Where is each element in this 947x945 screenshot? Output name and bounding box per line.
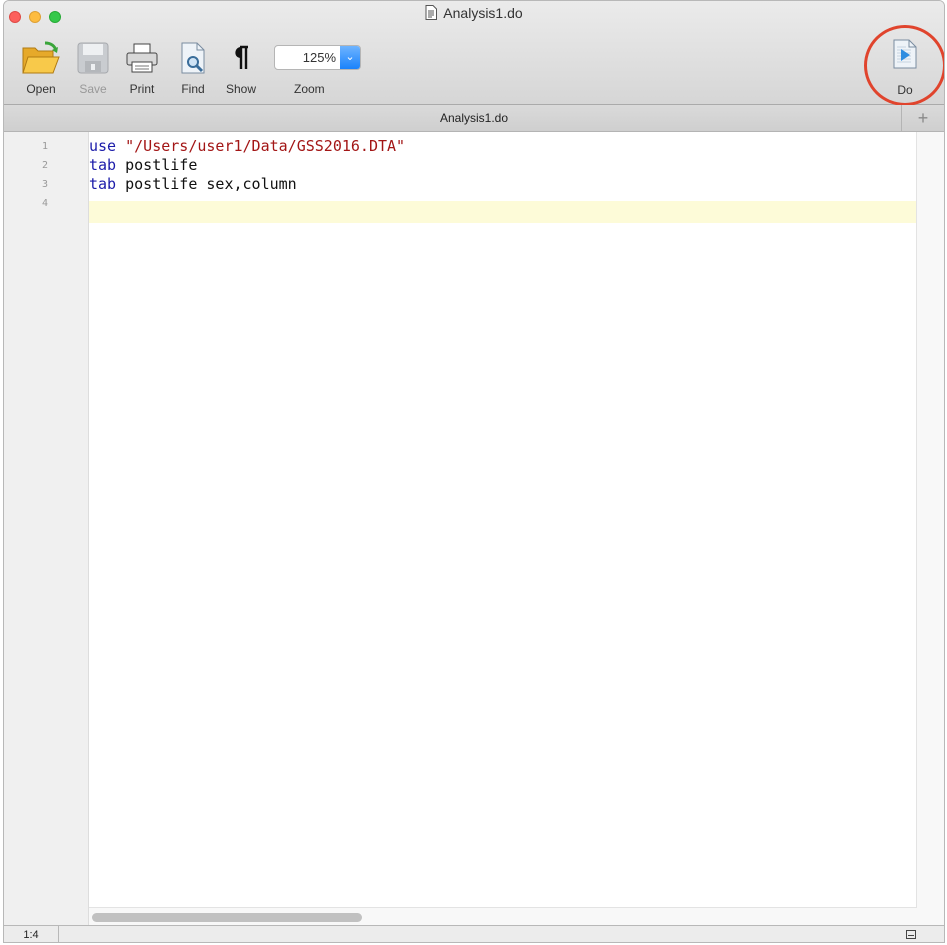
horizontal-scrollbar[interactable] (89, 907, 917, 926)
chevron-down-icon[interactable]: ⌄ (340, 46, 360, 69)
code-text: postlife sex,column (116, 175, 297, 193)
line-number: 1 (41, 141, 48, 152)
save-label: Save (79, 82, 107, 96)
open-label: Open (26, 82, 56, 96)
print-label: Print (129, 82, 155, 96)
code-keyword: tab (89, 156, 117, 174)
split-view-icon[interactable] (906, 930, 916, 939)
add-tab-button[interactable]: + (901, 105, 944, 131)
code-string: "/Users/user1/Data/GSS2016.DTA" (125, 137, 406, 155)
vertical-scrollbar[interactable] (916, 132, 944, 925)
window-title: Analysis1.do (4, 5, 944, 23)
cursor-position: 1:4 (4, 926, 59, 942)
code-line[interactable]: tab postlife sex,column (89, 175, 917, 197)
code-keyword: use (89, 137, 117, 155)
open-folder-icon (21, 37, 61, 79)
document-icon (425, 5, 438, 23)
do-file-icon (890, 39, 920, 74)
zoom-label: Zoom (294, 82, 325, 96)
horizontal-scroll-thumb[interactable] (92, 913, 362, 922)
print-icon (126, 37, 158, 79)
show-button[interactable]: Show (226, 37, 256, 96)
current-code-line[interactable] (89, 201, 917, 223)
zoom-value: 125% (302, 50, 336, 65)
pilcrow-icon (226, 37, 256, 79)
tab-analysis1[interactable]: Analysis1.do (4, 111, 944, 125)
titlebar-toolbar: Analysis1.do Open Save Print Find Show 1… (4, 1, 944, 105)
find-icon (181, 37, 205, 79)
do-label: Do (897, 83, 913, 97)
find-button[interactable]: Find (181, 37, 205, 96)
do-button[interactable]: Do (890, 39, 920, 97)
line-number: 4 (41, 198, 48, 209)
open-button[interactable]: Open (21, 37, 61, 96)
line-number: 2 (41, 160, 48, 171)
window-title-text: Analysis1.do (443, 5, 523, 21)
code-keyword: tab (89, 175, 117, 193)
save-disk-icon (77, 37, 109, 79)
print-button[interactable]: Print (126, 37, 158, 96)
status-bar: 1:4 (4, 925, 944, 942)
do-file-editor-window: Analysis1.do Open Save Print Find Show 1… (3, 0, 945, 943)
code-text: postlife (116, 156, 198, 174)
zoom-select[interactable]: 125% ⌄ (274, 45, 361, 70)
tab-bar: Analysis1.do + (4, 105, 944, 132)
save-button[interactable]: Save (77, 37, 109, 96)
line-number: 3 (41, 179, 48, 190)
show-label: Show (226, 82, 257, 96)
code-editor[interactable]: 1 2 3 4 use "/Users/user1/Data/GSS2016.D… (4, 132, 944, 926)
line-number-gutter: 1 2 3 4 (4, 132, 89, 925)
find-label: Find (181, 82, 205, 96)
